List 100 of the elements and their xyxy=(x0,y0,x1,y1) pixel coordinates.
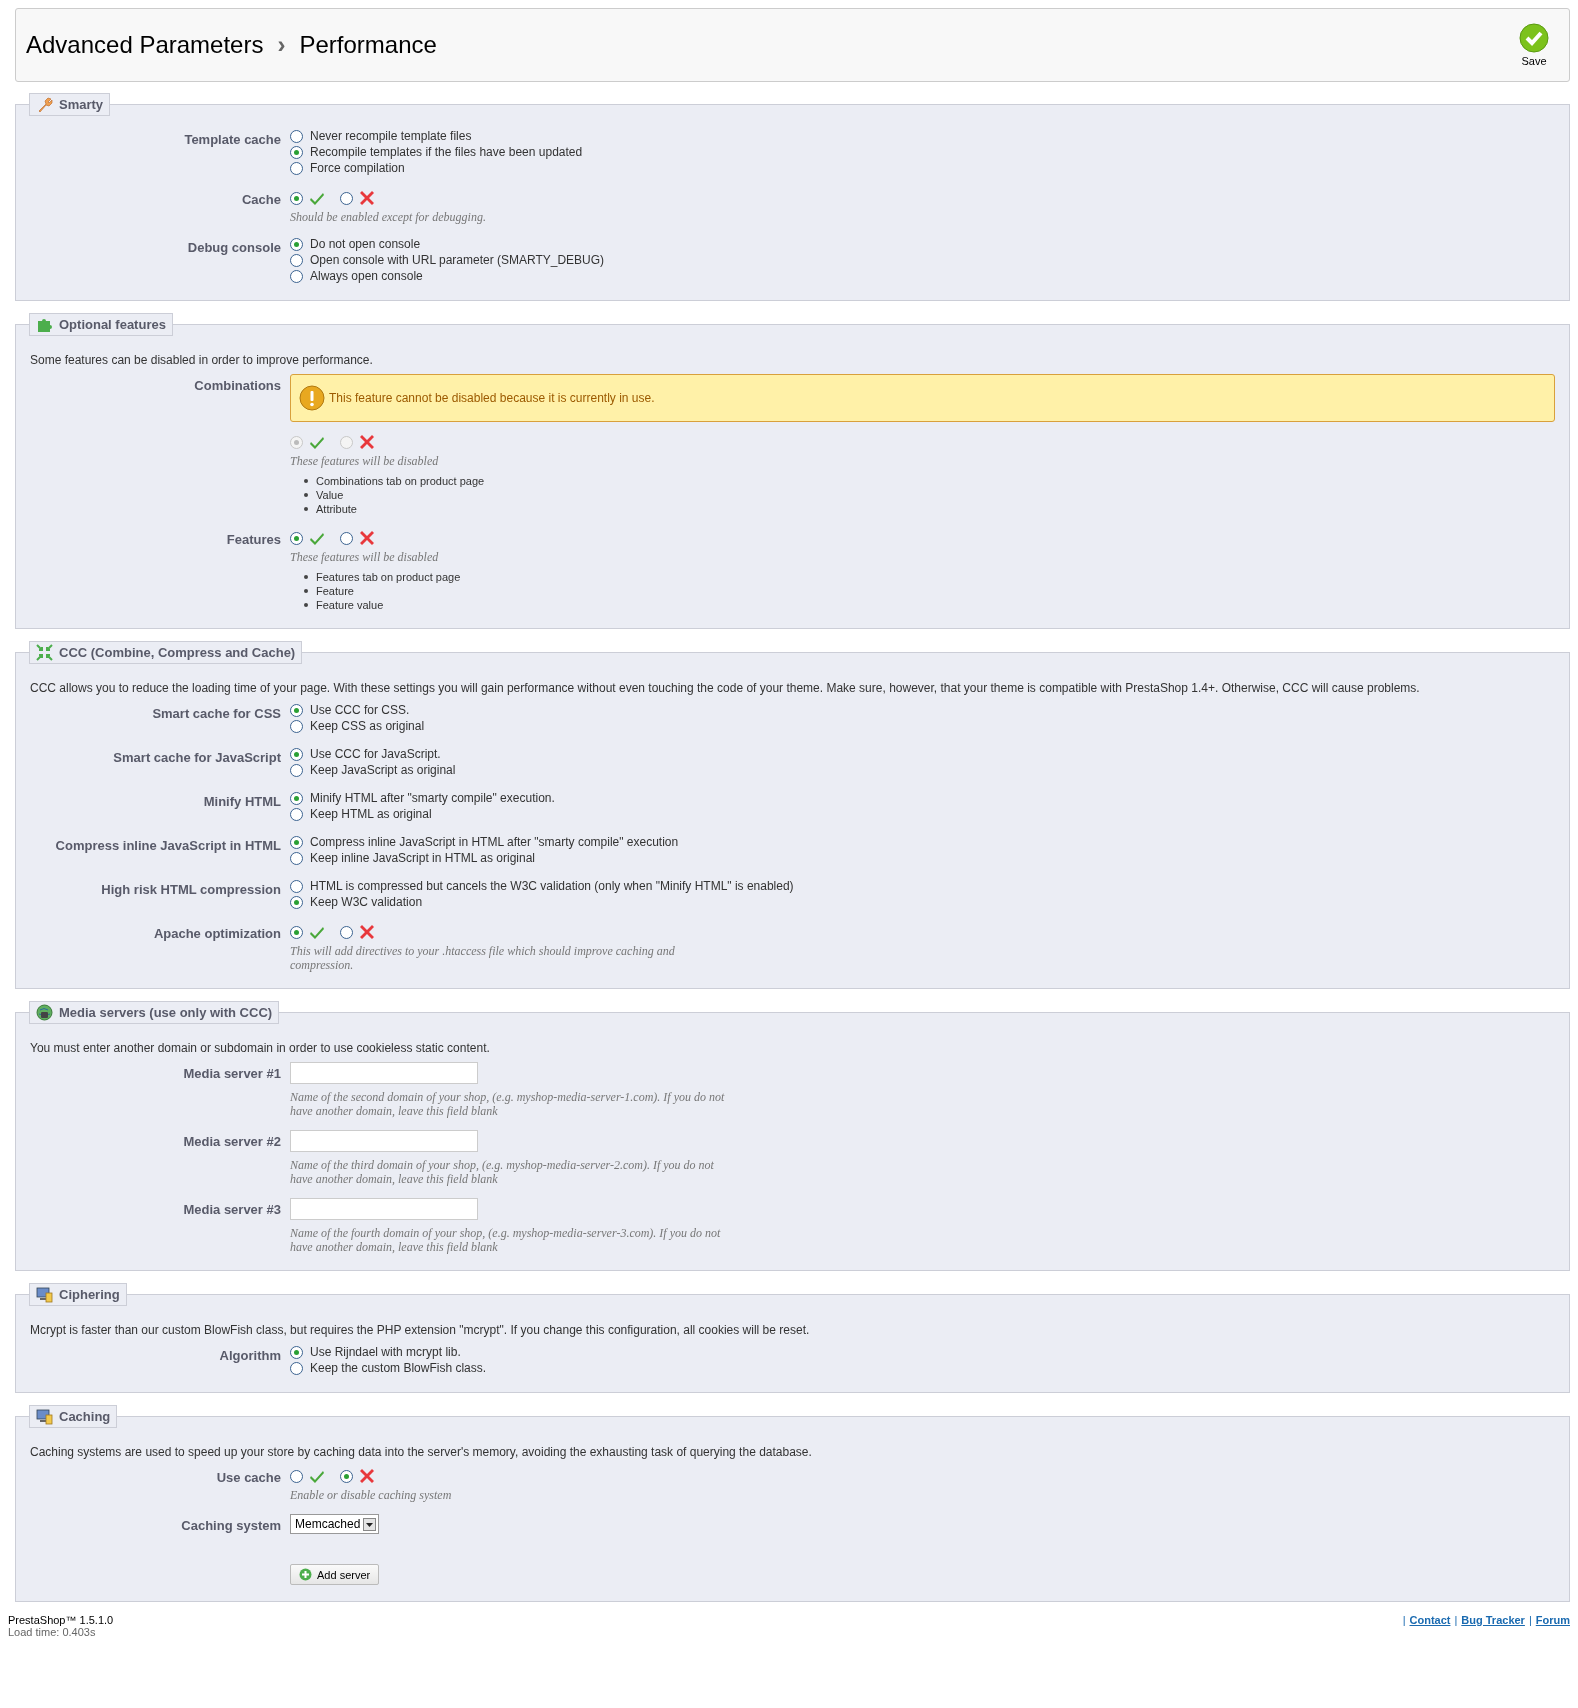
radio-button[interactable] xyxy=(290,129,303,143)
field-label: Features xyxy=(226,532,281,547)
radio-button[interactable] xyxy=(290,531,303,545)
radio-button[interactable] xyxy=(290,879,303,893)
radio-button[interactable] xyxy=(290,763,303,777)
list-item: Value xyxy=(316,489,344,501)
option-label: HTML is compressed but cancels the W3C validation (only when "Minify HTML" is enabled) xyxy=(310,879,794,893)
option-label: Always open console xyxy=(310,269,423,283)
wrench-icon xyxy=(36,96,53,113)
radio-button[interactable] xyxy=(290,191,303,205)
hint-text: These features will be disabled xyxy=(290,550,439,564)
radio-button[interactable] xyxy=(340,1469,353,1483)
section-title: Media servers (use only with CCC) xyxy=(59,1005,273,1020)
bullet-icon xyxy=(304,479,308,483)
radio-button[interactable] xyxy=(290,253,303,267)
link-separator: | xyxy=(1454,1614,1458,1628)
check-icon xyxy=(310,531,324,545)
text-field[interactable] xyxy=(290,1130,478,1152)
globe-icon xyxy=(36,1004,53,1021)
radio-button[interactable] xyxy=(290,237,303,251)
bullet-icon xyxy=(304,507,308,511)
section-title: Optional features xyxy=(59,317,166,332)
option-label: Minify HTML after "smarty compile" execution. xyxy=(310,791,555,805)
radio-button[interactable] xyxy=(290,161,303,175)
check-icon xyxy=(310,191,324,205)
cross-icon xyxy=(360,531,374,545)
hint-text: Name of the second domain of your shop, (e.g. myshop-media-server-1.com). If you do not have another domain, leave this field blank xyxy=(290,1090,726,1118)
option-label: Use CCC for JavaScript. xyxy=(310,747,441,761)
plus-icon xyxy=(299,1568,312,1581)
radio-button[interactable] xyxy=(290,1469,303,1483)
field-label: Debug console xyxy=(187,240,281,255)
page-title: Advanced Parameters xyxy=(26,31,264,59)
footer-link[interactable]: Contact xyxy=(1409,1614,1451,1638)
section-description: CCC allows you to reduce the loading time of your page. With these settings you will gain performance without even touching the code of your theme. Make sure, however, that your theme is compatible with PrestaShop 1.4+. Otherwise, CCC will cause problems. xyxy=(30,680,1421,696)
radio-button[interactable] xyxy=(290,1361,303,1375)
add-server-button[interactable]: Add server xyxy=(290,1564,380,1585)
link-separator: | xyxy=(1402,1614,1406,1628)
option-label: Keep JavaScript as original xyxy=(310,763,456,777)
radio-button[interactable] xyxy=(290,895,303,909)
field-label: Combinations xyxy=(194,378,281,393)
radio-button[interactable] xyxy=(290,269,303,283)
radio-button[interactable] xyxy=(290,1345,303,1359)
field-label: Algorithm xyxy=(219,1348,281,1363)
radio-button[interactable] xyxy=(290,807,303,821)
list-item: Feature value xyxy=(316,599,384,611)
option-label: Force compilation xyxy=(310,161,405,175)
option-label: Do not open console xyxy=(310,237,421,251)
hint-text: Should be enabled except for debugging. xyxy=(290,210,486,224)
check-icon xyxy=(310,1469,324,1483)
field-label: Minify HTML xyxy=(203,794,281,809)
section-description: Some features can be disabled in order to improve performance. xyxy=(30,352,374,368)
hint-text: Enable or disable caching system xyxy=(290,1488,452,1502)
cross-icon xyxy=(360,1469,374,1483)
section-description: Caching systems are used to speed up your store by caching data into the server's memory, avoiding the exhausting task of querying the database. xyxy=(30,1444,813,1460)
radio-button[interactable] xyxy=(290,835,303,849)
bullet-icon xyxy=(304,603,308,607)
field-label: Template cache xyxy=(184,132,281,147)
option-label: Keep HTML as original xyxy=(310,807,432,821)
radio-button[interactable] xyxy=(290,791,303,805)
bullet-icon xyxy=(304,589,308,593)
arrows-icon xyxy=(36,644,53,661)
radio-button[interactable] xyxy=(290,145,303,159)
page-title: Performance xyxy=(299,31,437,59)
radio-button[interactable] xyxy=(340,531,353,545)
bullet-icon xyxy=(304,493,308,497)
footer-link[interactable]: Forum xyxy=(1535,1614,1570,1638)
radio-button[interactable] xyxy=(290,719,303,733)
radio-button[interactable] xyxy=(340,925,353,939)
field-label: High risk HTML compression xyxy=(101,882,281,897)
save-button[interactable]: Save xyxy=(1519,23,1549,67)
load-time-text: Load time: 0.403s xyxy=(8,1626,97,1638)
check-icon xyxy=(310,435,324,449)
radio-button[interactable] xyxy=(290,703,303,717)
radio-button[interactable] xyxy=(340,191,353,205)
section-title: Ciphering xyxy=(59,1287,120,1302)
list-item: Features tab on product page xyxy=(316,571,461,583)
cross-icon xyxy=(360,435,374,449)
breadcrumb-separator: › xyxy=(277,31,286,59)
hint-text: Name of the third domain of your shop, (e.g. myshop-media-server-2.com). If you do not have another domain, leave this field blank xyxy=(290,1158,715,1186)
bullet-icon xyxy=(304,575,308,579)
text-field[interactable] xyxy=(290,1062,478,1084)
list-item: Feature xyxy=(316,585,354,597)
radio-button[interactable] xyxy=(290,851,303,865)
puzzle-icon xyxy=(36,316,53,333)
cross-icon xyxy=(360,925,374,939)
field-label: Cache xyxy=(241,192,281,207)
section-title: CCC (Combine, Compress and Cache) xyxy=(59,645,296,660)
computer-icon xyxy=(36,1408,53,1425)
text-field[interactable] xyxy=(290,1198,478,1220)
select-dropdown[interactable]: Memcached xyxy=(290,1514,380,1534)
field-label: Use cache xyxy=(216,1470,281,1485)
option-label: Use CCC for CSS. xyxy=(310,703,410,717)
radio-button[interactable] xyxy=(290,747,303,761)
footer-link[interactable]: Bug Tracker xyxy=(1461,1614,1525,1638)
field-label: Smart cache for JavaScript xyxy=(113,750,281,765)
section-description: Mcrypt is faster than our custom BlowFish class, but requires the PHP extension "mcrypt". If you change this configuration, all cookies will be reset. xyxy=(30,1322,811,1338)
field-label: Media server #2 xyxy=(183,1134,281,1149)
warning-text: This feature cannot be disabled because it is currently in use. xyxy=(329,391,655,405)
field-label: Compress inline JavaScript in HTML xyxy=(55,838,281,853)
radio-button[interactable] xyxy=(290,925,303,939)
